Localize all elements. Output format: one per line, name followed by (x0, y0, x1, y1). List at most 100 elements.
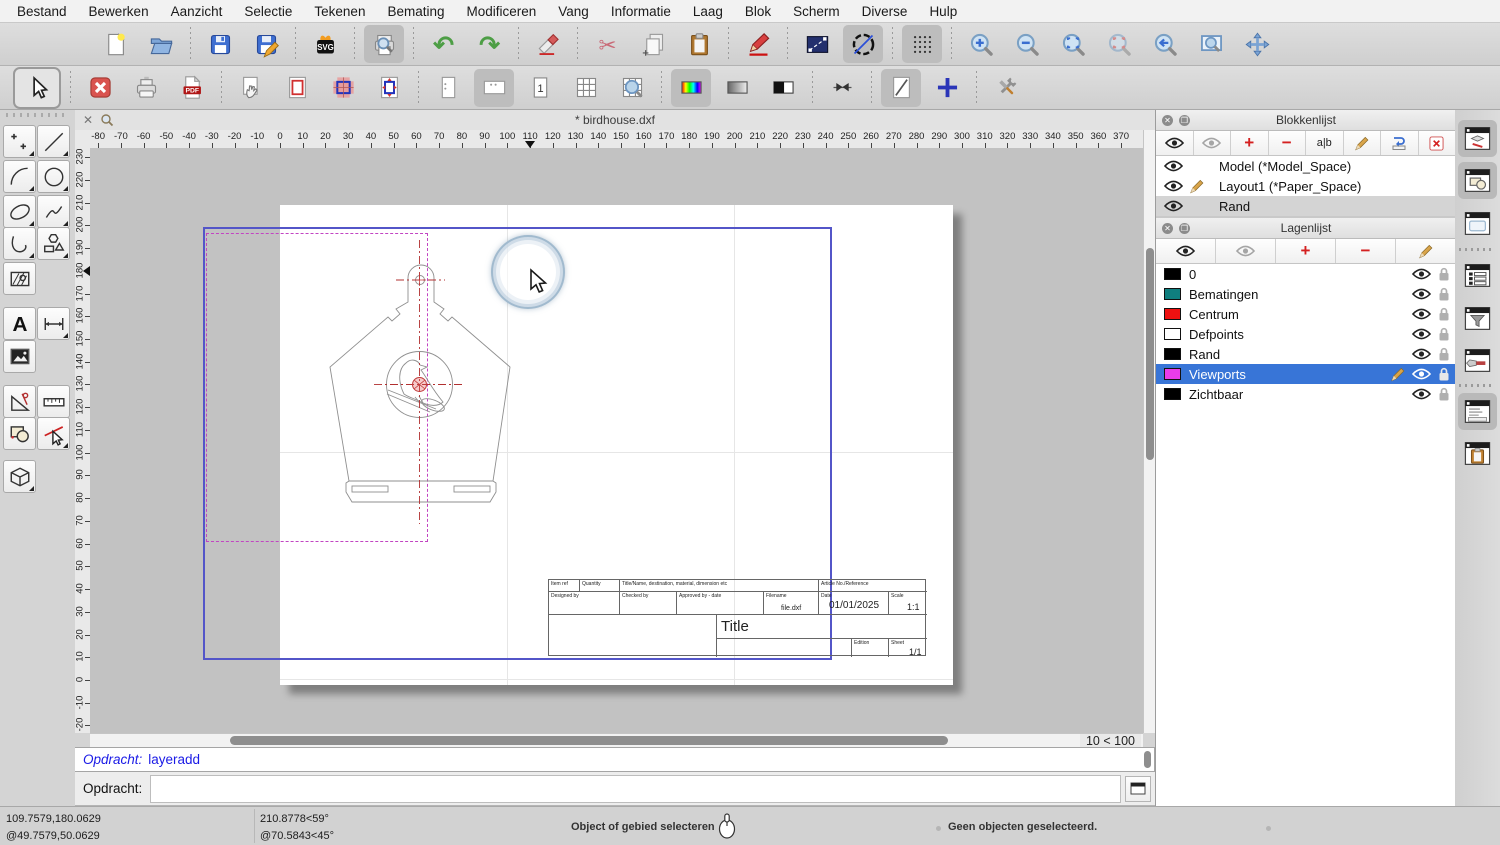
zoom-in-button[interactable] (961, 25, 1001, 63)
menu-bewerken[interactable]: Bewerken (78, 4, 160, 19)
edit-pencil-button[interactable] (738, 25, 778, 63)
spline-tools-button[interactable] (37, 195, 70, 228)
command-options-button[interactable] (1125, 776, 1151, 802)
menu-diverse[interactable]: Diverse (851, 4, 919, 19)
layer-visibility-icon[interactable] (1412, 348, 1431, 360)
zoom-out-button[interactable] (1007, 25, 1047, 63)
grid-dots-button[interactable] (902, 25, 942, 63)
erase-button[interactable] (528, 25, 568, 63)
grayscale-mode-button[interactable] (717, 69, 757, 107)
menu-vang[interactable]: Vang (547, 4, 600, 19)
menu-modificeren[interactable]: Modificeren (456, 4, 548, 19)
layer-color-swatch[interactable] (1164, 328, 1181, 340)
block-row[interactable]: Rand (1156, 196, 1456, 216)
block-row[interactable]: Layout1 (*Paper_Space) (1156, 176, 1456, 196)
hide-all-blocks-button[interactable] (1194, 131, 1232, 155)
layer-row[interactable]: Centrum (1156, 304, 1456, 324)
layer-visibility-icon[interactable] (1412, 368, 1431, 380)
block-edit-icon[interactable] (1189, 179, 1211, 194)
zoom-window-button[interactable] (1191, 25, 1231, 63)
layer-color-swatch[interactable] (1164, 268, 1181, 280)
menu-bemating[interactable]: Bemating (376, 4, 455, 19)
block-visibility-icon[interactable] (1164, 200, 1183, 212)
new-file-button[interactable] (95, 25, 135, 63)
layer-row[interactable]: Zichtbaar (1156, 384, 1456, 404)
layer-lock-icon[interactable] (1438, 387, 1450, 401)
menu-laag[interactable]: Laag (682, 4, 734, 19)
viewport-overlay-button[interactable] (323, 69, 363, 107)
undo-button[interactable]: ↶ (423, 25, 463, 63)
inspector-panel-toggle[interactable] (1458, 342, 1497, 379)
add-layer-button[interactable]: + (1276, 239, 1336, 263)
block-visibility-icon[interactable] (1164, 160, 1183, 172)
property-editor-panel-toggle[interactable] (1458, 257, 1497, 294)
layer-lock-icon[interactable] (1438, 287, 1450, 301)
selection-filter-panel-toggle[interactable] (1458, 300, 1497, 337)
command-input[interactable] (150, 775, 1121, 803)
polyline-tools-button[interactable] (3, 227, 36, 260)
menu-scherm[interactable]: Scherm (782, 4, 851, 19)
layer-visibility-icon[interactable] (1412, 388, 1431, 400)
zoom-selection-button[interactable] (1099, 25, 1139, 63)
solid-tools-button[interactable] (3, 460, 36, 493)
drawing-canvas[interactable]: Item ref Quantity Title/Name, destinatio… (90, 148, 1143, 733)
purge-block-button[interactable] (1419, 131, 1457, 155)
text-tool-button[interactable]: A (3, 307, 36, 340)
settings-button[interactable] (986, 69, 1026, 107)
menu-hulp[interactable]: Hulp (918, 4, 968, 19)
menu-aanzicht[interactable]: Aanzicht (160, 4, 234, 19)
layer-visibility-icon[interactable] (1412, 268, 1431, 280)
layer-row[interactable]: Bematingen (1156, 284, 1456, 304)
close-panel-icon[interactable]: ✕ (1162, 115, 1173, 126)
zoom-page-button[interactable] (612, 69, 652, 107)
horizontal-scrollbar[interactable]: 10 < 100 (90, 733, 1143, 748)
command-line-panel-toggle[interactable] (1458, 393, 1497, 430)
hatch-tool-button[interactable] (3, 262, 36, 295)
vertical-scrollbar-thumb[interactable] (1146, 248, 1154, 460)
circle-tools-button[interactable] (37, 160, 70, 193)
pan-button[interactable] (1237, 25, 1277, 63)
layer-visibility-icon[interactable] (1412, 308, 1431, 320)
save-as-button[interactable] (246, 25, 286, 63)
block-tools-button[interactable] (3, 417, 36, 450)
close-panel-icon[interactable]: ✕ (1162, 223, 1173, 234)
panel-grip[interactable] (6, 113, 66, 117)
image-tool-button[interactable] (3, 340, 36, 373)
copy-button[interactable] (633, 25, 673, 63)
save-button[interactable] (200, 25, 240, 63)
layer-color-swatch[interactable] (1164, 348, 1181, 360)
blackwhite-mode-button[interactable] (763, 69, 803, 107)
zoom-previous-button[interactable] (1145, 25, 1185, 63)
layer-lock-icon[interactable] (1438, 267, 1450, 281)
block-visibility-icon[interactable] (1164, 180, 1183, 192)
color-mode-button[interactable] (671, 69, 711, 107)
horizontal-scrollbar-thumb[interactable] (230, 736, 948, 745)
viewport-panel-toggle[interactable] (1458, 205, 1497, 242)
remove-block-button[interactable]: − (1269, 131, 1307, 155)
layer-lock-icon[interactable] (1438, 367, 1450, 381)
edit-block-button[interactable] (1344, 131, 1382, 155)
show-all-layers-button[interactable] (1156, 239, 1216, 263)
dimension-tools-button[interactable] (37, 307, 70, 340)
menu-tekenen[interactable]: Tekenen (303, 4, 376, 19)
remove-layer-button[interactable]: − (1336, 239, 1396, 263)
arc-tools-button[interactable] (3, 160, 36, 193)
point-tools-button[interactable] (3, 125, 36, 158)
layer-row[interactable]: Viewports (1156, 364, 1456, 384)
close-drawing-button[interactable] (80, 69, 120, 107)
menu-blok[interactable]: Blok (734, 4, 782, 19)
detach-panel-icon[interactable]: ❐ (1179, 115, 1190, 126)
hide-all-layers-button[interactable] (1216, 239, 1276, 263)
zoom-auto-button[interactable] (1053, 25, 1093, 63)
page-borders-button[interactable] (277, 69, 317, 107)
fit-page-button[interactable] (369, 69, 409, 107)
svg-export-button[interactable]: SVG (305, 25, 345, 63)
pdf-export-button[interactable]: PDF (172, 69, 212, 107)
single-page-button[interactable]: 1 (520, 69, 560, 107)
cut-button[interactable]: ✂ (587, 25, 627, 63)
layer-color-swatch[interactable] (1164, 288, 1181, 300)
line-tools-button[interactable] (37, 125, 70, 158)
menu-selectie[interactable]: Selectie (233, 4, 303, 19)
layer-row[interactable]: 0 (1156, 264, 1456, 284)
menu-bestand[interactable]: Bestand (6, 4, 78, 19)
